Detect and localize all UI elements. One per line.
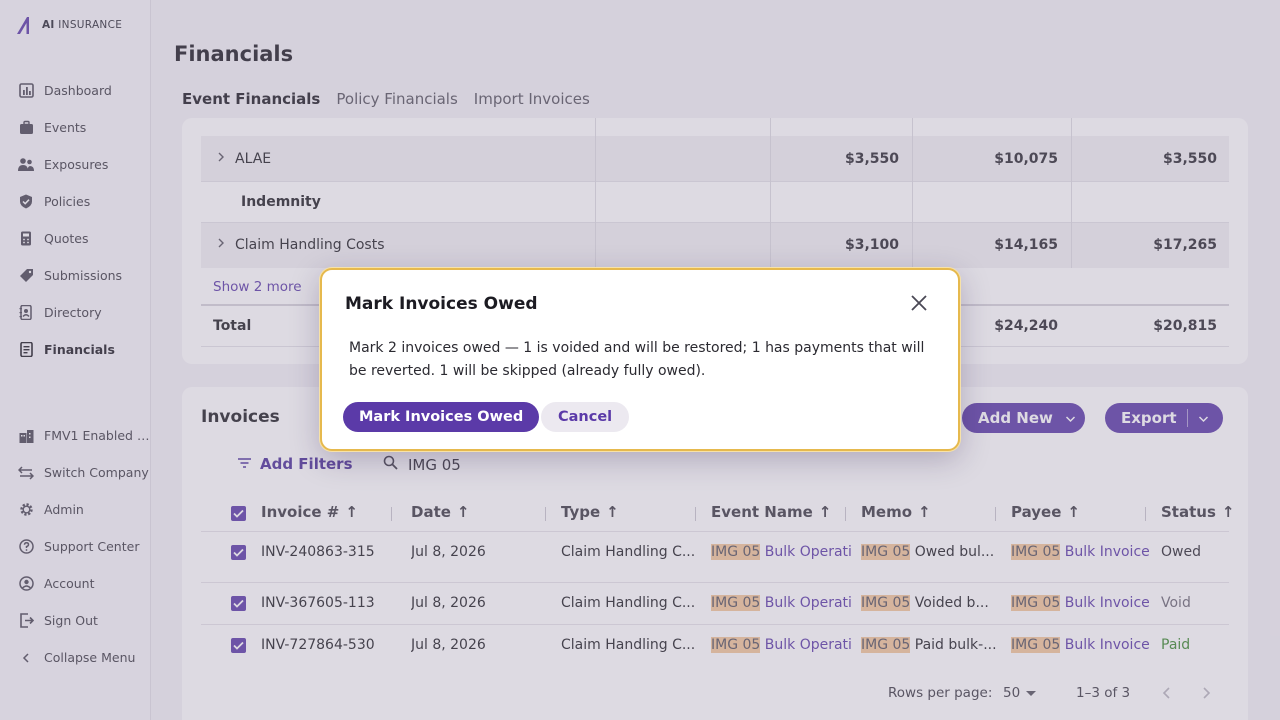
dialog-title: Mark Invoices Owed: [345, 294, 538, 314]
cancel-button[interactable]: Cancel: [541, 402, 630, 432]
close-icon[interactable]: [910, 294, 928, 312]
dialog-message: Mark 2 invoices owed — 1 is voided and w…: [349, 340, 925, 379]
mark-invoices-owed-dialog: Mark Invoices Owed Mark 2 invoices owed …: [320, 268, 960, 451]
mark-invoices-owed-button[interactable]: Mark Invoices Owed: [343, 402, 540, 432]
